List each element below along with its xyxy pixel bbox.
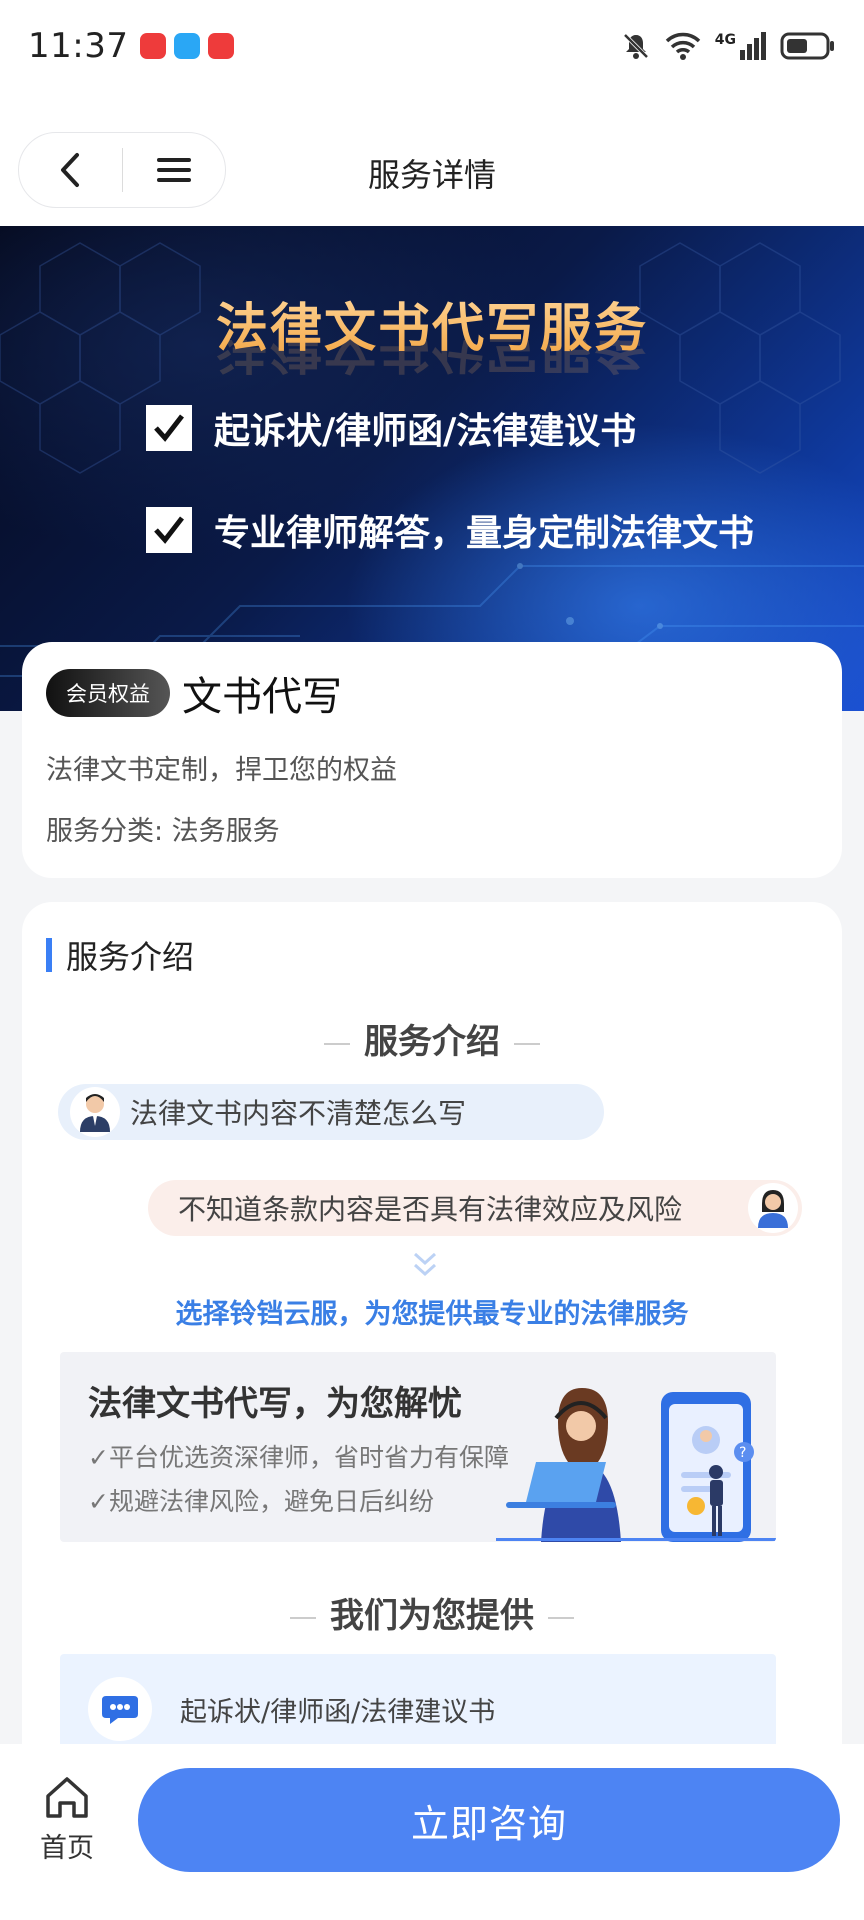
service-description: 法律文书定制，捍卫您的权益 — [46, 755, 397, 786]
question-right-text: 不知道条款内容是否具有法律效应及风险 — [178, 1193, 683, 1226]
signal-bar-3 — [754, 38, 759, 60]
promo-point: ✓规避法律风险，避免日后纠纷 — [88, 1487, 434, 1516]
question-left-text: 法律文书内容不清楚怎么写 — [130, 1097, 467, 1130]
message-app-icon — [174, 33, 201, 59]
promo-title: 法律文书代写，为您解忧 — [88, 1384, 462, 1424]
huawei-app-icon — [208, 33, 235, 59]
promo-point: ✓平台优选资深律师，省时省力有保障 — [88, 1443, 509, 1472]
section-label: 服务介绍 — [66, 938, 195, 976]
chat-bubble-icon — [88, 1677, 152, 1741]
signal-bar-1 — [740, 50, 745, 60]
service-category: 服务分类: 法务服务 — [46, 816, 280, 847]
nav-bar: 服务详情 — [0, 92, 864, 226]
signal-indicator: 4G — [715, 32, 766, 60]
battery-icon — [780, 32, 834, 60]
heading-dash — [290, 1616, 316, 1619]
female-avatar-icon — [748, 1183, 798, 1233]
huawei-app-icon — [140, 33, 167, 59]
signal-bar-2 — [747, 44, 752, 60]
page-title: 服务详情 — [367, 156, 496, 194]
banner-point: 专业律师解答，量身定制法律文书 — [146, 504, 754, 556]
banner-point: 起诉状/律师函/法律建议书 — [146, 402, 636, 454]
signal-bar-4 — [761, 32, 766, 60]
customer-service-illustration: ? — [496, 1388, 776, 1542]
promo-panel: 法律文书代写，为您解忧 ✓平台优选资深律师，省时省力有保障 ✓规避法律风险，避免… — [60, 1352, 776, 1542]
banner-point-text: 专业律师解答，量身定制法律文书 — [214, 513, 755, 554]
offer-heading-text: 我们为您提供 — [330, 1596, 534, 1636]
home-tab[interactable]: 首页 — [34, 1774, 100, 1865]
intro-heading: 服务介绍 — [22, 1014, 842, 1063]
offer-item-text: 起诉状/律师函/法律建议书 — [180, 1696, 496, 1728]
service-detail-page: 11:37 4G 服务详情 法律文书代写服务 法律文书代写服务 起诉状/律师函/… — [0, 0, 864, 1920]
service-title: 文书代写 — [182, 674, 342, 720]
section-accent-bar — [46, 938, 52, 972]
question-bubble-left: 法律文书内容不清楚怎么写 — [58, 1084, 604, 1140]
network-type: 4G — [714, 32, 736, 48]
home-tab-label: 首页 — [40, 1833, 94, 1864]
status-bar: 11:37 4G — [0, 0, 864, 92]
service-info-card: 会员权益 文书代写 法律文书定制，捍卫您的权益 服务分类: 法务服务 — [22, 642, 842, 878]
heading-dash — [324, 1042, 350, 1045]
offer-heading: 我们为您提供 — [22, 1588, 842, 1637]
member-benefit-badge: 会员权益 — [46, 669, 170, 717]
section-header: 服务介绍 — [46, 932, 194, 978]
status-time: 11:37 — [28, 26, 129, 66]
question-bubble-right: 不知道条款内容是否具有法律效应及风险 — [148, 1180, 802, 1236]
bottom-action-bar: 首页 立即咨询 — [0, 1744, 864, 1920]
mute-bell-icon — [623, 33, 649, 59]
home-icon — [46, 1777, 88, 1818]
banner-point-text: 起诉状/律师函/法律建议书 — [214, 411, 637, 452]
intro-heading-text: 服务介绍 — [364, 1022, 500, 1062]
consult-now-button[interactable]: 立即咨询 — [138, 1768, 840, 1872]
checkbox-icon — [146, 507, 192, 553]
status-indicators: 4G — [621, 31, 836, 61]
svg-text:?: ? — [739, 1445, 746, 1461]
service-banner: 法律文书代写服务 法律文书代写服务 起诉状/律师函/法律建议书 专业律师解答，量… — [0, 226, 864, 711]
heading-dash — [514, 1042, 540, 1045]
wifi-icon — [665, 32, 700, 60]
male-avatar-icon — [70, 1087, 120, 1137]
heading-dash — [548, 1616, 574, 1619]
service-header: 会员权益 文书代写 — [46, 664, 818, 722]
banner-headline-reflection: 法律文书代写服务 — [215, 340, 648, 377]
service-slogan: 选择铃铛云服，为您提供最专业的法律服务 — [175, 1299, 689, 1330]
chevron-double-down-icon — [413, 1252, 437, 1277]
checkbox-icon — [146, 405, 192, 451]
